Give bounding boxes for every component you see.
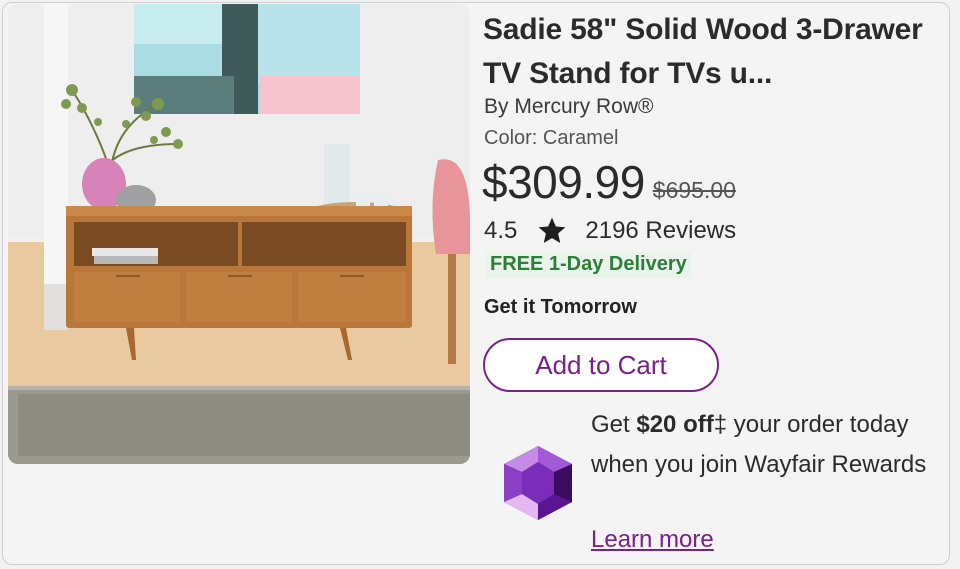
color-label: Color: Caramel xyxy=(484,127,619,149)
star-icon xyxy=(535,215,569,247)
product-image[interactable] xyxy=(8,4,470,464)
delivery-eta: Get it Tomorrow xyxy=(484,296,637,318)
rewards-gem-icon xyxy=(502,444,574,522)
rewards-prefix: Get xyxy=(591,411,637,438)
delivery-badge: FREE 1-Day Delivery xyxy=(486,251,691,278)
rewards-amount: $20 off xyxy=(636,411,714,438)
rewards-promo: Get $20 off‡ your order today when you j… xyxy=(591,405,951,485)
rating-row[interactable]: 4.5 2196 Reviews xyxy=(484,215,736,247)
original-price: $695.00 xyxy=(652,177,736,203)
brand-link[interactable]: By Mercury Row® xyxy=(484,95,654,119)
rating-value: 4.5 xyxy=(484,217,518,244)
add-to-cart-button[interactable]: Add to Cart xyxy=(483,338,719,392)
learn-more-link[interactable]: Learn more xyxy=(591,526,714,554)
review-count[interactable]: 2196 Reviews xyxy=(585,217,736,245)
product-title[interactable]: Sadie 58" Solid Wood 3-Drawer TV Stand f… xyxy=(483,8,933,96)
sale-price: $309.99 xyxy=(482,156,645,208)
price-row: $309.99 $695.00 xyxy=(482,155,736,209)
rewards-dagger: ‡ xyxy=(713,411,728,438)
